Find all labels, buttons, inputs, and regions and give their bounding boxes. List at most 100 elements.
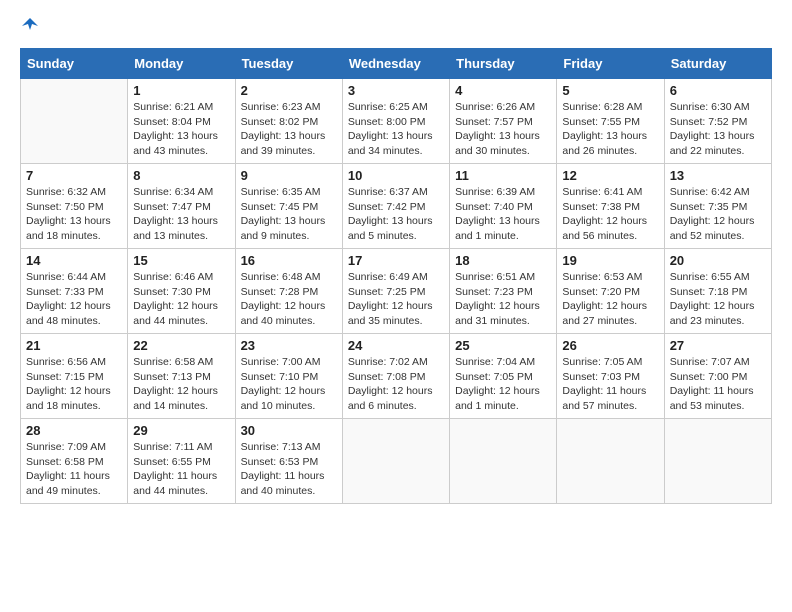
day-info: Sunrise: 6:30 AMSunset: 7:52 PMDaylight:… <box>670 100 766 159</box>
weekday-header-friday: Friday <box>557 49 664 79</box>
calendar-cell: 5 Sunrise: 6:28 AMSunset: 7:55 PMDaylight… <box>557 79 664 164</box>
day-info: Sunrise: 6:25 AMSunset: 8:00 PMDaylight:… <box>348 100 444 159</box>
calendar-cell: 27 Sunrise: 7:07 AMSunset: 7:00 PMDayligh… <box>664 334 771 419</box>
day-info: Sunrise: 6:23 AMSunset: 8:02 PMDaylight:… <box>241 100 337 159</box>
calendar-cell: 20Sunrise: 6:55 AMSunset: 7:18 PMDayligh… <box>664 249 771 334</box>
calendar-cell: 24 Sunrise: 7:02 AMSunset: 7:08 PMDayligh… <box>342 334 449 419</box>
day-number: 9 <box>241 168 337 183</box>
day-info: Sunrise: 6:53 AMSunset: 7:20 PMDaylight:… <box>562 270 658 329</box>
day-info: Sunrise: 6:28 AMSunset: 7:55 PMDaylight:… <box>562 100 658 159</box>
day-info: Sunrise: 6:49 AMSunset: 7:25 PMDaylight:… <box>348 270 444 329</box>
calendar-cell: 11 Sunrise: 6:39 AMSunset: 7:40 PMDayligh… <box>450 164 557 249</box>
day-info: Sunrise: 7:11 AMSunset: 6:55 PMDaylight:… <box>133 440 229 499</box>
day-info: Sunrise: 6:58 AMSunset: 7:13 PMDaylight:… <box>133 355 229 414</box>
calendar-week-row: 7 Sunrise: 6:32 AMSunset: 7:50 PMDaylight… <box>21 164 772 249</box>
day-info: Sunrise: 6:35 AMSunset: 7:45 PMDaylight:… <box>241 185 337 244</box>
day-info: Sunrise: 7:04 AMSunset: 7:05 PMDaylight:… <box>455 355 551 414</box>
weekday-header-sunday: Sunday <box>21 49 128 79</box>
day-number: 16 <box>241 253 337 268</box>
page-header <box>20 20 772 32</box>
calendar-cell: 1 Sunrise: 6:21 AMSunset: 8:04 PMDaylight… <box>128 79 235 164</box>
calendar-cell: 17 Sunrise: 6:49 AMSunset: 7:25 PMDayligh… <box>342 249 449 334</box>
day-info: Sunrise: 6:32 AMSunset: 7:50 PMDaylight:… <box>26 185 122 244</box>
day-info: Sunrise: 7:02 AMSunset: 7:08 PMDaylight:… <box>348 355 444 414</box>
day-info: Sunrise: 6:48 AMSunset: 7:28 PMDaylight:… <box>241 270 337 329</box>
day-info: Sunrise: 6:55 AMSunset: 7:18 PMDaylight:… <box>670 270 766 329</box>
day-number: 30 <box>241 423 337 438</box>
day-number: 13 <box>670 168 766 183</box>
day-number: 22 <box>133 338 229 353</box>
calendar-cell: 4 Sunrise: 6:26 AMSunset: 7:57 PMDaylight… <box>450 79 557 164</box>
calendar-cell: 21Sunrise: 6:56 AMSunset: 7:15 PMDayligh… <box>21 334 128 419</box>
calendar-cell: 14Sunrise: 6:44 AMSunset: 7:33 PMDayligh… <box>21 249 128 334</box>
calendar-cell: 19 Sunrise: 6:53 AMSunset: 7:20 PMDayligh… <box>557 249 664 334</box>
day-number: 26 <box>562 338 658 353</box>
day-info: Sunrise: 7:13 AMSunset: 6:53 PMDaylight:… <box>241 440 337 499</box>
day-number: 5 <box>562 83 658 98</box>
calendar-cell: 28 Sunrise: 7:09 AMSunset: 6:58 PMDayligh… <box>21 419 128 504</box>
day-number: 12 <box>562 168 658 183</box>
weekday-header-wednesday: Wednesday <box>342 49 449 79</box>
day-info: Sunrise: 6:41 AMSunset: 7:38 PMDaylight:… <box>562 185 658 244</box>
weekday-header-saturday: Saturday <box>664 49 771 79</box>
day-number: 8 <box>133 168 229 183</box>
day-info: Sunrise: 6:34 AMSunset: 7:47 PMDaylight:… <box>133 185 229 244</box>
day-info: Sunrise: 6:21 AMSunset: 8:04 PMDaylight:… <box>133 100 229 159</box>
day-number: 10 <box>348 168 444 183</box>
calendar-week-row: 28 Sunrise: 7:09 AMSunset: 6:58 PMDayligh… <box>21 419 772 504</box>
day-number: 25 <box>455 338 551 353</box>
day-info: Sunrise: 6:37 AMSunset: 7:42 PMDaylight:… <box>348 185 444 244</box>
calendar-cell: 26 Sunrise: 7:05 AMSunset: 7:03 PMDayligh… <box>557 334 664 419</box>
calendar-cell: 15Sunrise: 6:46 AMSunset: 7:30 PMDayligh… <box>128 249 235 334</box>
calendar-cell: 18Sunrise: 6:51 AMSunset: 7:23 PMDayligh… <box>450 249 557 334</box>
calendar-cell: 2 Sunrise: 6:23 AMSunset: 8:02 PMDaylight… <box>235 79 342 164</box>
calendar-week-row: 21Sunrise: 6:56 AMSunset: 7:15 PMDayligh… <box>21 334 772 419</box>
day-number: 7 <box>26 168 122 183</box>
calendar-cell <box>664 419 771 504</box>
calendar-cell: 25 Sunrise: 7:04 AMSunset: 7:05 PMDayligh… <box>450 334 557 419</box>
logo-bird-icon <box>22 16 38 32</box>
day-info: Sunrise: 6:44 AMSunset: 7:33 PMDaylight:… <box>26 270 122 329</box>
day-number: 1 <box>133 83 229 98</box>
calendar-week-row: 14Sunrise: 6:44 AMSunset: 7:33 PMDayligh… <box>21 249 772 334</box>
day-info: Sunrise: 7:09 AMSunset: 6:58 PMDaylight:… <box>26 440 122 499</box>
day-info: Sunrise: 6:51 AMSunset: 7:23 PMDaylight:… <box>455 270 551 329</box>
calendar-cell: 12 Sunrise: 6:41 AMSunset: 7:38 PMDayligh… <box>557 164 664 249</box>
day-number: 11 <box>455 168 551 183</box>
day-number: 2 <box>241 83 337 98</box>
day-info: Sunrise: 6:42 AMSunset: 7:35 PMDaylight:… <box>670 185 766 244</box>
day-info: Sunrise: 7:05 AMSunset: 7:03 PMDaylight:… <box>562 355 658 414</box>
day-number: 4 <box>455 83 551 98</box>
day-number: 29 <box>133 423 229 438</box>
day-number: 24 <box>348 338 444 353</box>
calendar-cell: 13 Sunrise: 6:42 AMSunset: 7:35 PMDayligh… <box>664 164 771 249</box>
weekday-header-tuesday: Tuesday <box>235 49 342 79</box>
calendar-table: SundayMondayTuesdayWednesdayThursdayFrid… <box>20 48 772 504</box>
calendar-cell: 30 Sunrise: 7:13 AMSunset: 6:53 PMDayligh… <box>235 419 342 504</box>
calendar-cell: 23 Sunrise: 7:00 AMSunset: 7:10 PMDayligh… <box>235 334 342 419</box>
calendar-cell: 3Sunrise: 6:25 AMSunset: 8:00 PMDaylight… <box>342 79 449 164</box>
logo <box>20 20 38 32</box>
day-number: 19 <box>562 253 658 268</box>
calendar-cell: 10 Sunrise: 6:37 AMSunset: 7:42 PMDayligh… <box>342 164 449 249</box>
calendar-cell: 8 Sunrise: 6:34 AMSunset: 7:47 PMDaylight… <box>128 164 235 249</box>
day-number: 27 <box>670 338 766 353</box>
day-info: Sunrise: 7:00 AMSunset: 7:10 PMDaylight:… <box>241 355 337 414</box>
calendar-week-row: 1 Sunrise: 6:21 AMSunset: 8:04 PMDaylight… <box>21 79 772 164</box>
calendar-cell: 6Sunrise: 6:30 AMSunset: 7:52 PMDaylight… <box>664 79 771 164</box>
day-number: 15 <box>133 253 229 268</box>
calendar-cell <box>342 419 449 504</box>
day-number: 28 <box>26 423 122 438</box>
day-number: 23 <box>241 338 337 353</box>
day-number: 17 <box>348 253 444 268</box>
calendar-cell: 22 Sunrise: 6:58 AMSunset: 7:13 PMDayligh… <box>128 334 235 419</box>
calendar-cell: 9 Sunrise: 6:35 AMSunset: 7:45 PMDaylight… <box>235 164 342 249</box>
day-info: Sunrise: 7:07 AMSunset: 7:00 PMDaylight:… <box>670 355 766 414</box>
calendar-cell <box>450 419 557 504</box>
calendar-cell <box>557 419 664 504</box>
weekday-header-row: SundayMondayTuesdayWednesdayThursdayFrid… <box>21 49 772 79</box>
calendar-cell: 7 Sunrise: 6:32 AMSunset: 7:50 PMDaylight… <box>21 164 128 249</box>
day-info: Sunrise: 6:39 AMSunset: 7:40 PMDaylight:… <box>455 185 551 244</box>
calendar-cell <box>21 79 128 164</box>
day-info: Sunrise: 6:26 AMSunset: 7:57 PMDaylight:… <box>455 100 551 159</box>
